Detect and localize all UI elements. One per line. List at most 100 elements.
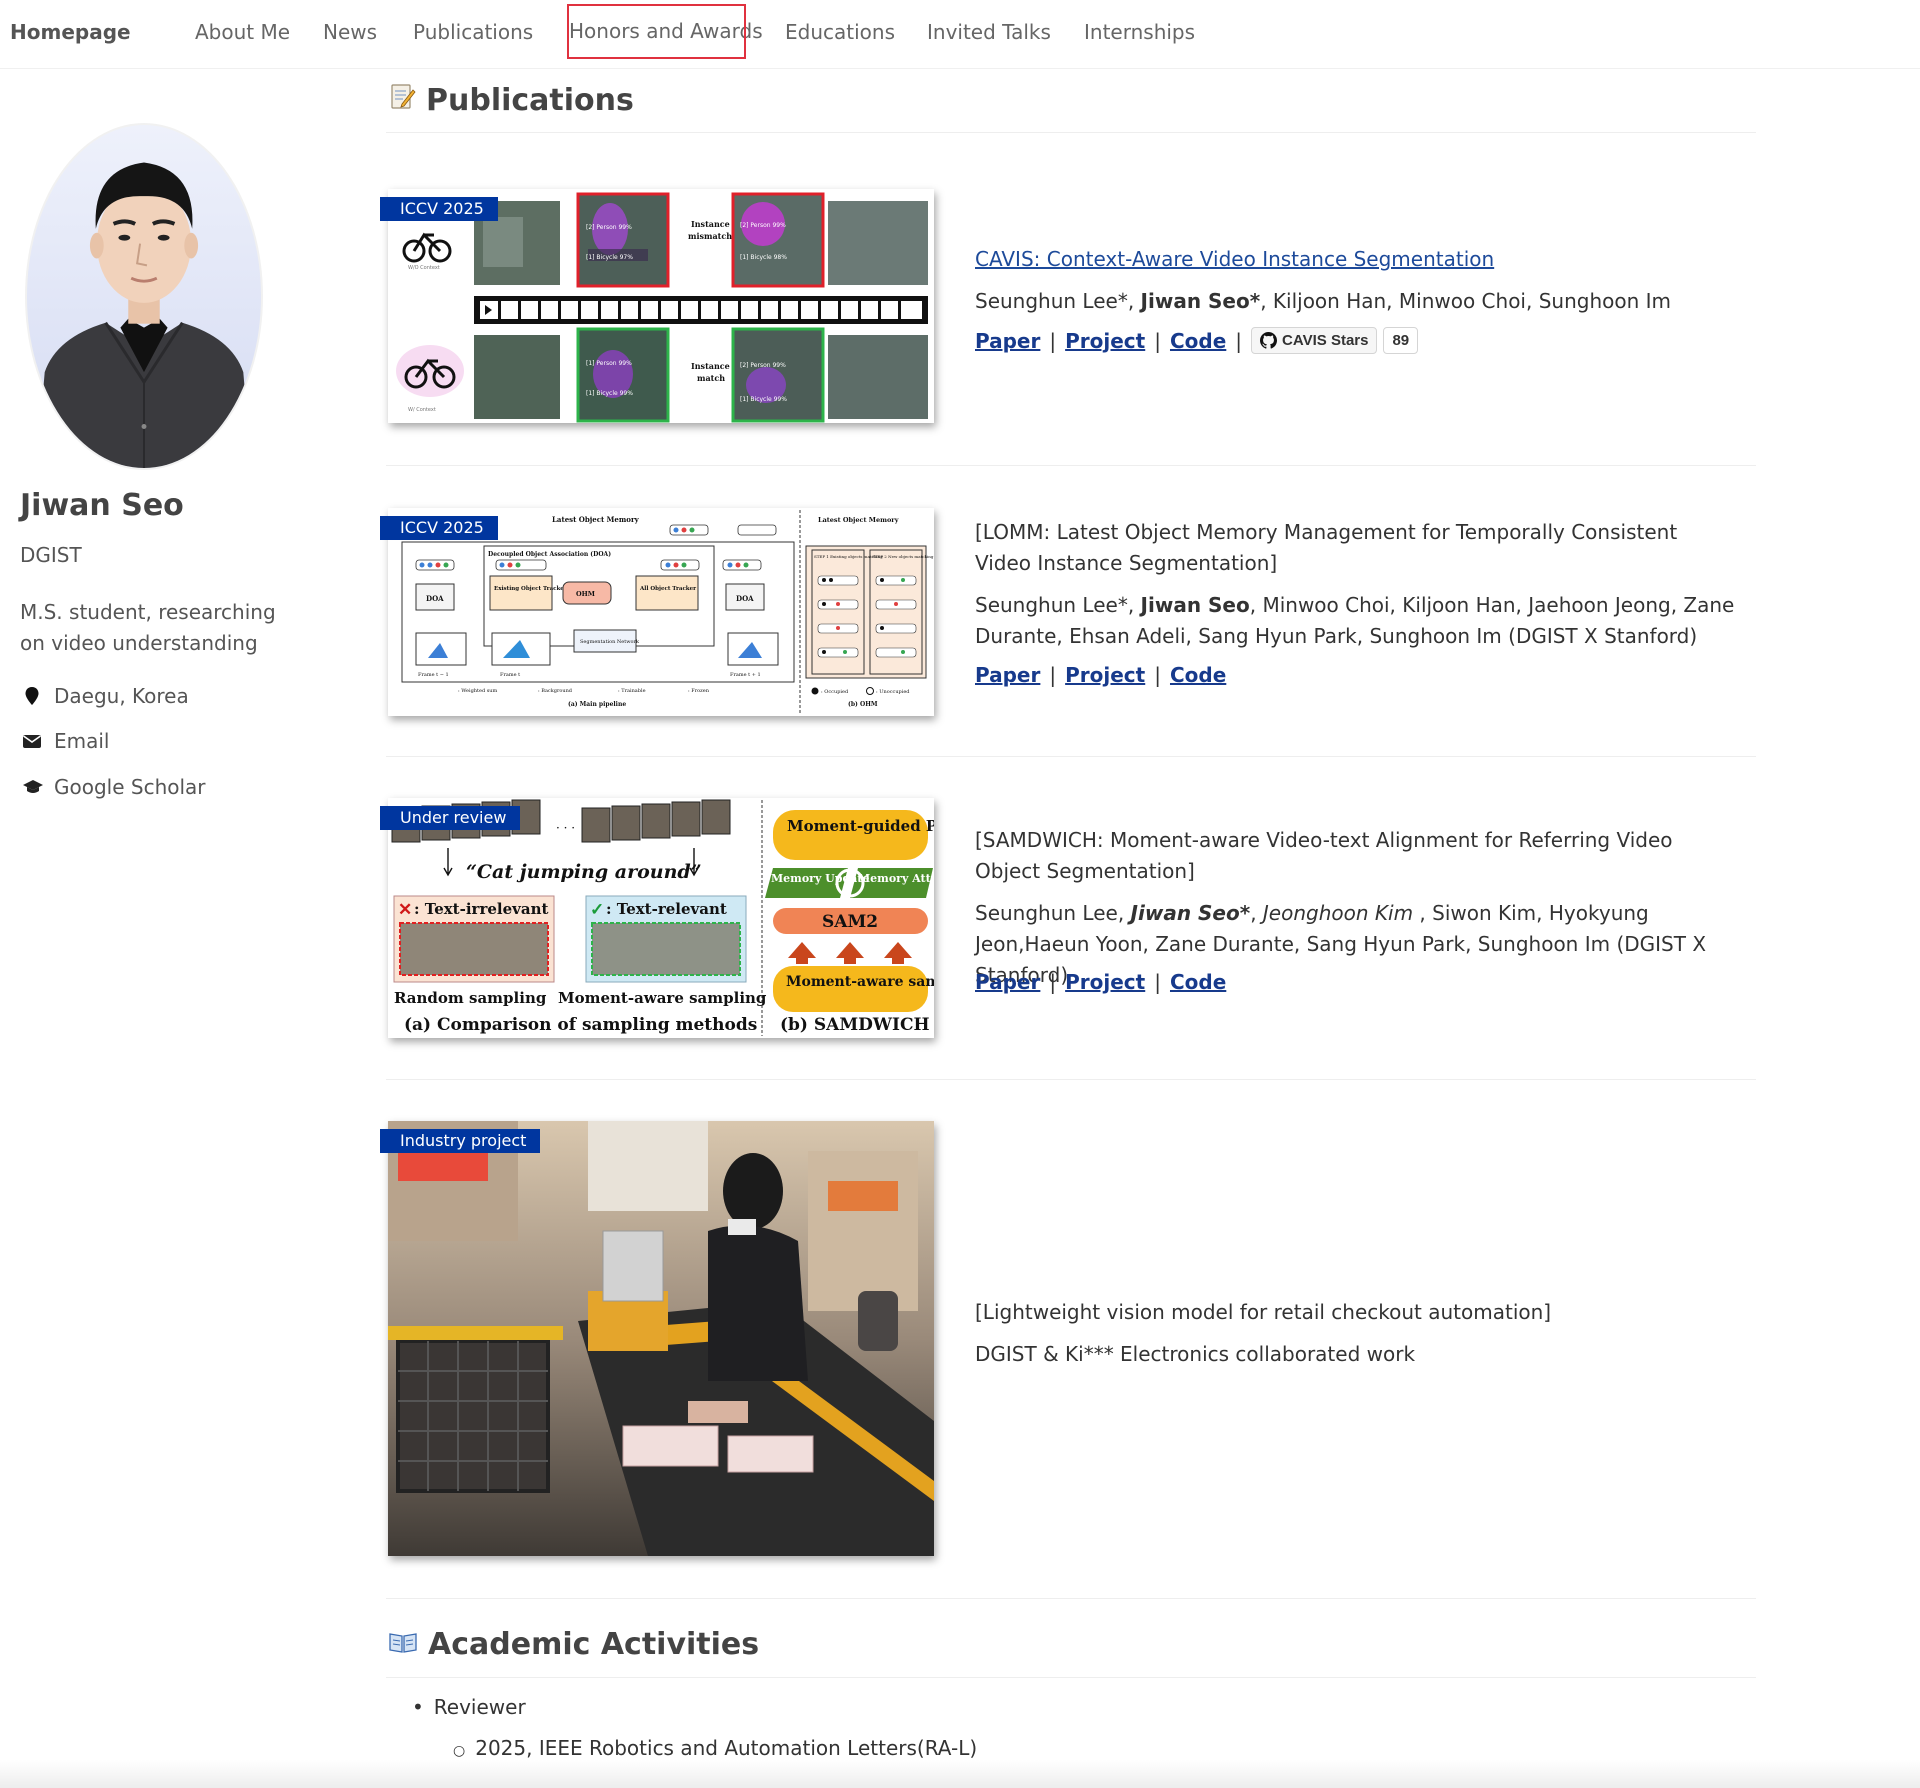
email-label[interactable]: Email [54,729,110,753]
detection-label: [2] Person 99% [740,362,786,369]
nav-news[interactable]: News [323,20,377,44]
author-bio: M.S. student, researching on video under… [20,600,276,655]
nav-about-me[interactable]: About Me [195,20,290,44]
author-list: Jeonghoon Kim [1262,901,1414,925]
email-link[interactable]: Email [22,729,110,753]
code-link[interactable]: Code [1170,663,1226,687]
graduation-cap-icon [22,777,43,797]
detection-label: [1] Bicycle 99% [740,396,787,403]
publication-authors: Seunghun Lee*, Jiwan Seo*, Kiljoon Han, … [975,286,1735,317]
figure-legend: : Frozen [688,688,710,694]
venue-badge: Under review [380,806,521,830]
nav-educations[interactable]: Educations [785,20,895,44]
author-self: Jiwan Seo* [1130,901,1251,925]
google-scholar-label[interactable]: Google Scholar [54,775,206,799]
figure-label: Latest Object Memory [818,516,899,524]
figure-caption: (a) Comparison of sampling methods [404,1015,757,1035]
figure-label: Moment-aware sampling [786,974,934,990]
svg-text:mismatch: mismatch [688,231,732,241]
publication-title: [SAMDWICH: Moment-aware Video-text Align… [975,828,1673,883]
github-icon [1260,332,1278,349]
github-stars-button[interactable]: CAVIS Stars [1251,327,1378,354]
memo-icon [388,82,416,118]
book-icon [388,1627,418,1662]
map-marker-icon [22,686,42,706]
academic-activities-heading: Academic Activities [388,1627,759,1662]
figure-label: Existing Object Tracker [494,586,567,592]
author-self: Jiwan Seo* [1140,289,1261,313]
author-affiliation: DGIST [20,543,82,567]
publication-title-link[interactable]: CAVIS: Context-Aware Video Instance Segm… [975,244,1735,275]
paper-link[interactable]: Paper [975,329,1040,353]
figure-label: Latest Object Memory [552,515,640,524]
figure-label: Moment-guided Propagation [787,817,934,835]
bullet: ○ [453,1743,466,1759]
publication-links: Paper | Project | Code [975,663,1226,687]
author-list: Seunghun Lee*, [975,289,1141,313]
divider [386,1677,1756,1678]
separator: | [1049,970,1057,994]
publication-title: [LOMM: Latest Object Memory Management f… [975,520,1678,575]
venue-badge: ICCV 2025 [380,197,498,221]
paper-link[interactable]: Paper [975,970,1040,994]
figure-label: DOA [736,594,754,603]
list-item: • Reviewer [412,1695,526,1719]
top-navigation: Homepage About Me News Publications Hono… [0,0,1920,69]
divider [386,1079,1756,1080]
google-scholar-link[interactable]: Google Scholar [22,775,206,799]
separator: | [1154,970,1161,994]
project-link[interactable]: Project [1065,970,1145,994]
figure-label: DOA [426,594,444,603]
divider [386,756,1756,757]
publication-title: [Lightweight vision model for retail che… [975,1300,1552,1324]
publication-figure-lomm: ICCV 2025 Latest Object Memory Decoupled… [380,508,934,716]
figure-label: Frame t [500,672,520,678]
avatar [25,123,263,470]
figure-legend: : Background [538,688,573,694]
nav-publications[interactable]: Publications [413,20,533,44]
location-label: Daegu, Korea [54,684,189,708]
figure-legend: : Trainable [618,688,646,694]
envelope-icon [22,731,42,751]
venue-badge: ICCV 2025 [380,516,498,540]
code-link[interactable]: Code [1170,970,1226,994]
venue-badge: Industry project [380,1129,541,1153]
author-self: Jiwan Seo [1140,593,1250,617]
figure-caption: (b) OHM [848,701,878,708]
svg-text:✕: ✕ [398,900,412,920]
separator: | [1154,663,1161,687]
nav-invited-talks[interactable]: Invited Talks [927,20,1051,44]
figure-label: Segmentation Network [580,639,640,645]
github-stars-count[interactable]: 89 [1383,327,1419,354]
brand-link[interactable]: Homepage [10,20,131,44]
academic-activities-title: Academic Activities [428,1627,760,1662]
figure-caption: W/ Context [408,407,436,413]
figure-label: Memory Attention [858,872,934,885]
code-link[interactable]: Code [1170,329,1226,353]
project-link[interactable]: Project [1065,663,1145,687]
svg-text:match: match [697,373,725,383]
project-link[interactable]: Project [1065,329,1145,353]
author-list: , [1250,901,1263,925]
separator: | [1235,328,1243,353]
figure-label: Moment-aware sampling [558,989,767,1007]
figure-label: STEP 2 New objects matching [872,554,934,559]
publication-figure-retail-checkout: Industry project [380,1121,934,1556]
divider [386,132,1756,133]
publication-authors: Seunghun Lee*, Jiwan Seo, Minwoo Choi, K… [975,590,1735,652]
author-list: , Kiljoon Han, Minwoo Choi, Sunghoon Im [1260,289,1672,313]
detection-label: [1] Bicycle 97% [586,254,633,261]
figure-legend: : Unoccupied [876,689,910,695]
list-item-label: 2025, IEEE Robotics and Automation Lette… [475,1736,978,1760]
publication-links: Paper | Project | Code | CAVIS Stars 89 [975,327,1419,354]
paper-link[interactable]: Paper [975,663,1040,687]
list-item: ○ 2025, IEEE Robotics and Automation Lett… [453,1736,977,1760]
nav-honors-and-awards[interactable]: Honors and Awards [567,4,763,59]
author-list: Seunghun Lee, [975,901,1131,925]
svg-text:Instance: Instance [691,219,730,229]
bottom-scroll-shadow [0,1760,1920,1788]
figure-legend: : Weighted sum [458,688,498,694]
detection-label: [2] Person 99% [740,222,786,229]
nav-internships[interactable]: Internships [1084,20,1195,44]
figure-quote: “Cat jumping around” [466,861,702,883]
